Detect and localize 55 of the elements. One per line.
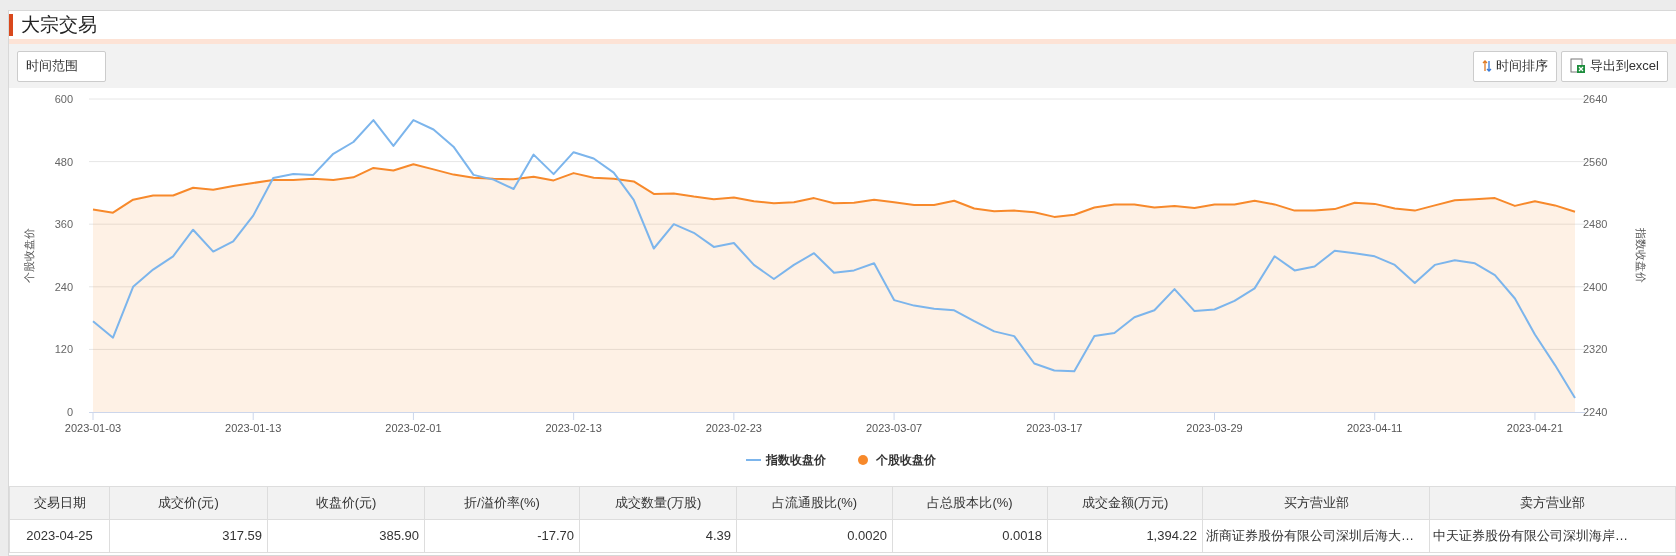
axis-tick-label: 2023-03-17 — [1026, 422, 1083, 434]
column-header: 交易日期 — [9, 486, 110, 520]
table-cell: 1,394.22 — [1047, 519, 1203, 553]
axis-tick-label: 2023-04-21 — [1506, 422, 1564, 434]
title-accent-bar — [9, 14, 13, 36]
axis-tick-label: 600 — [54, 93, 73, 105]
table-cell: 0.0018 — [892, 519, 1048, 553]
table-cell: 0.0020 — [736, 519, 893, 553]
legend-label[interactable]: 个股收盘价 — [876, 453, 936, 467]
sort-icon — [1481, 60, 1492, 72]
table-cell: 4.39 — [579, 519, 737, 553]
time-range-button[interactable]: 时间范围 — [17, 50, 106, 82]
axis-title: 个股收盘价 — [23, 228, 35, 283]
table-cell: 385.90 — [267, 519, 425, 553]
column-header: 收盘价(元) — [267, 486, 425, 520]
table-cell: 317.59 — [109, 519, 268, 553]
column-header: 占总股本比(%) — [892, 486, 1048, 520]
axis-title: 指数收盘价 — [1635, 228, 1647, 283]
legend-dot-icon — [858, 455, 868, 465]
column-header: 卖方营业部 — [1429, 486, 1676, 520]
column-header: 折/溢价率(%) — [424, 486, 580, 520]
axis-tick-label: 2640 — [1583, 93, 1608, 105]
axis-tick-label: 120 — [54, 343, 73, 356]
legend-line-icon — [745, 459, 762, 461]
export-excel-button[interactable]: 导出到excel — [1560, 50, 1668, 82]
table-cell: 中天证券股份有限公司深圳海岸… — [1429, 519, 1676, 553]
axis-tick-label: 2023-01-03 — [64, 422, 122, 434]
axis-tick-label: 480 — [54, 155, 73, 168]
axis-tick-label: 0 — [66, 406, 73, 418]
column-header: 成交数量(万股) — [579, 486, 737, 520]
column-header: 占流通股比(%) — [736, 486, 893, 520]
column-header: 成交金额(万元) — [1047, 486, 1203, 520]
axis-tick-label: 2240 — [1583, 406, 1608, 418]
table-cell: 2023-04-25 — [9, 519, 110, 553]
axis-tick-label: 2023-02-01 — [385, 422, 442, 434]
axis-tick-label: 360 — [54, 218, 73, 231]
axis-tick-label: 2023-01-13 — [225, 422, 282, 434]
table-cell: 浙商证券股份有限公司深圳后海大… — [1202, 519, 1430, 553]
axis-tick-label: 2480 — [1583, 218, 1608, 231]
column-header: 买方营业部 — [1202, 486, 1430, 520]
section-title: 大宗交易 — [21, 12, 97, 37]
table-cell: -17.70 — [424, 519, 580, 553]
axis-tick-label: 2023-02-23 — [705, 422, 762, 434]
legend-label[interactable]: 指数收盘价 — [766, 453, 826, 467]
time-sort-button[interactable]: 时间排序 — [1472, 50, 1557, 82]
spreadsheet-icon — [1569, 58, 1586, 74]
axis-tick-label: 2023-02-13 — [545, 422, 602, 434]
axis-tick-label: 2023-03-29 — [1186, 422, 1243, 434]
column-header: 成交价(元) — [109, 486, 268, 520]
axis-tick-label: 2400 — [1583, 280, 1608, 293]
axis-tick-label: 2023-03-07 — [865, 422, 923, 434]
axis-tick-label: 2023-04-11 — [1347, 422, 1403, 434]
axis-tick-label: 2320 — [1583, 343, 1608, 356]
axis-tick-label: 240 — [54, 280, 73, 293]
axis-tick-label: 2560 — [1583, 155, 1608, 168]
